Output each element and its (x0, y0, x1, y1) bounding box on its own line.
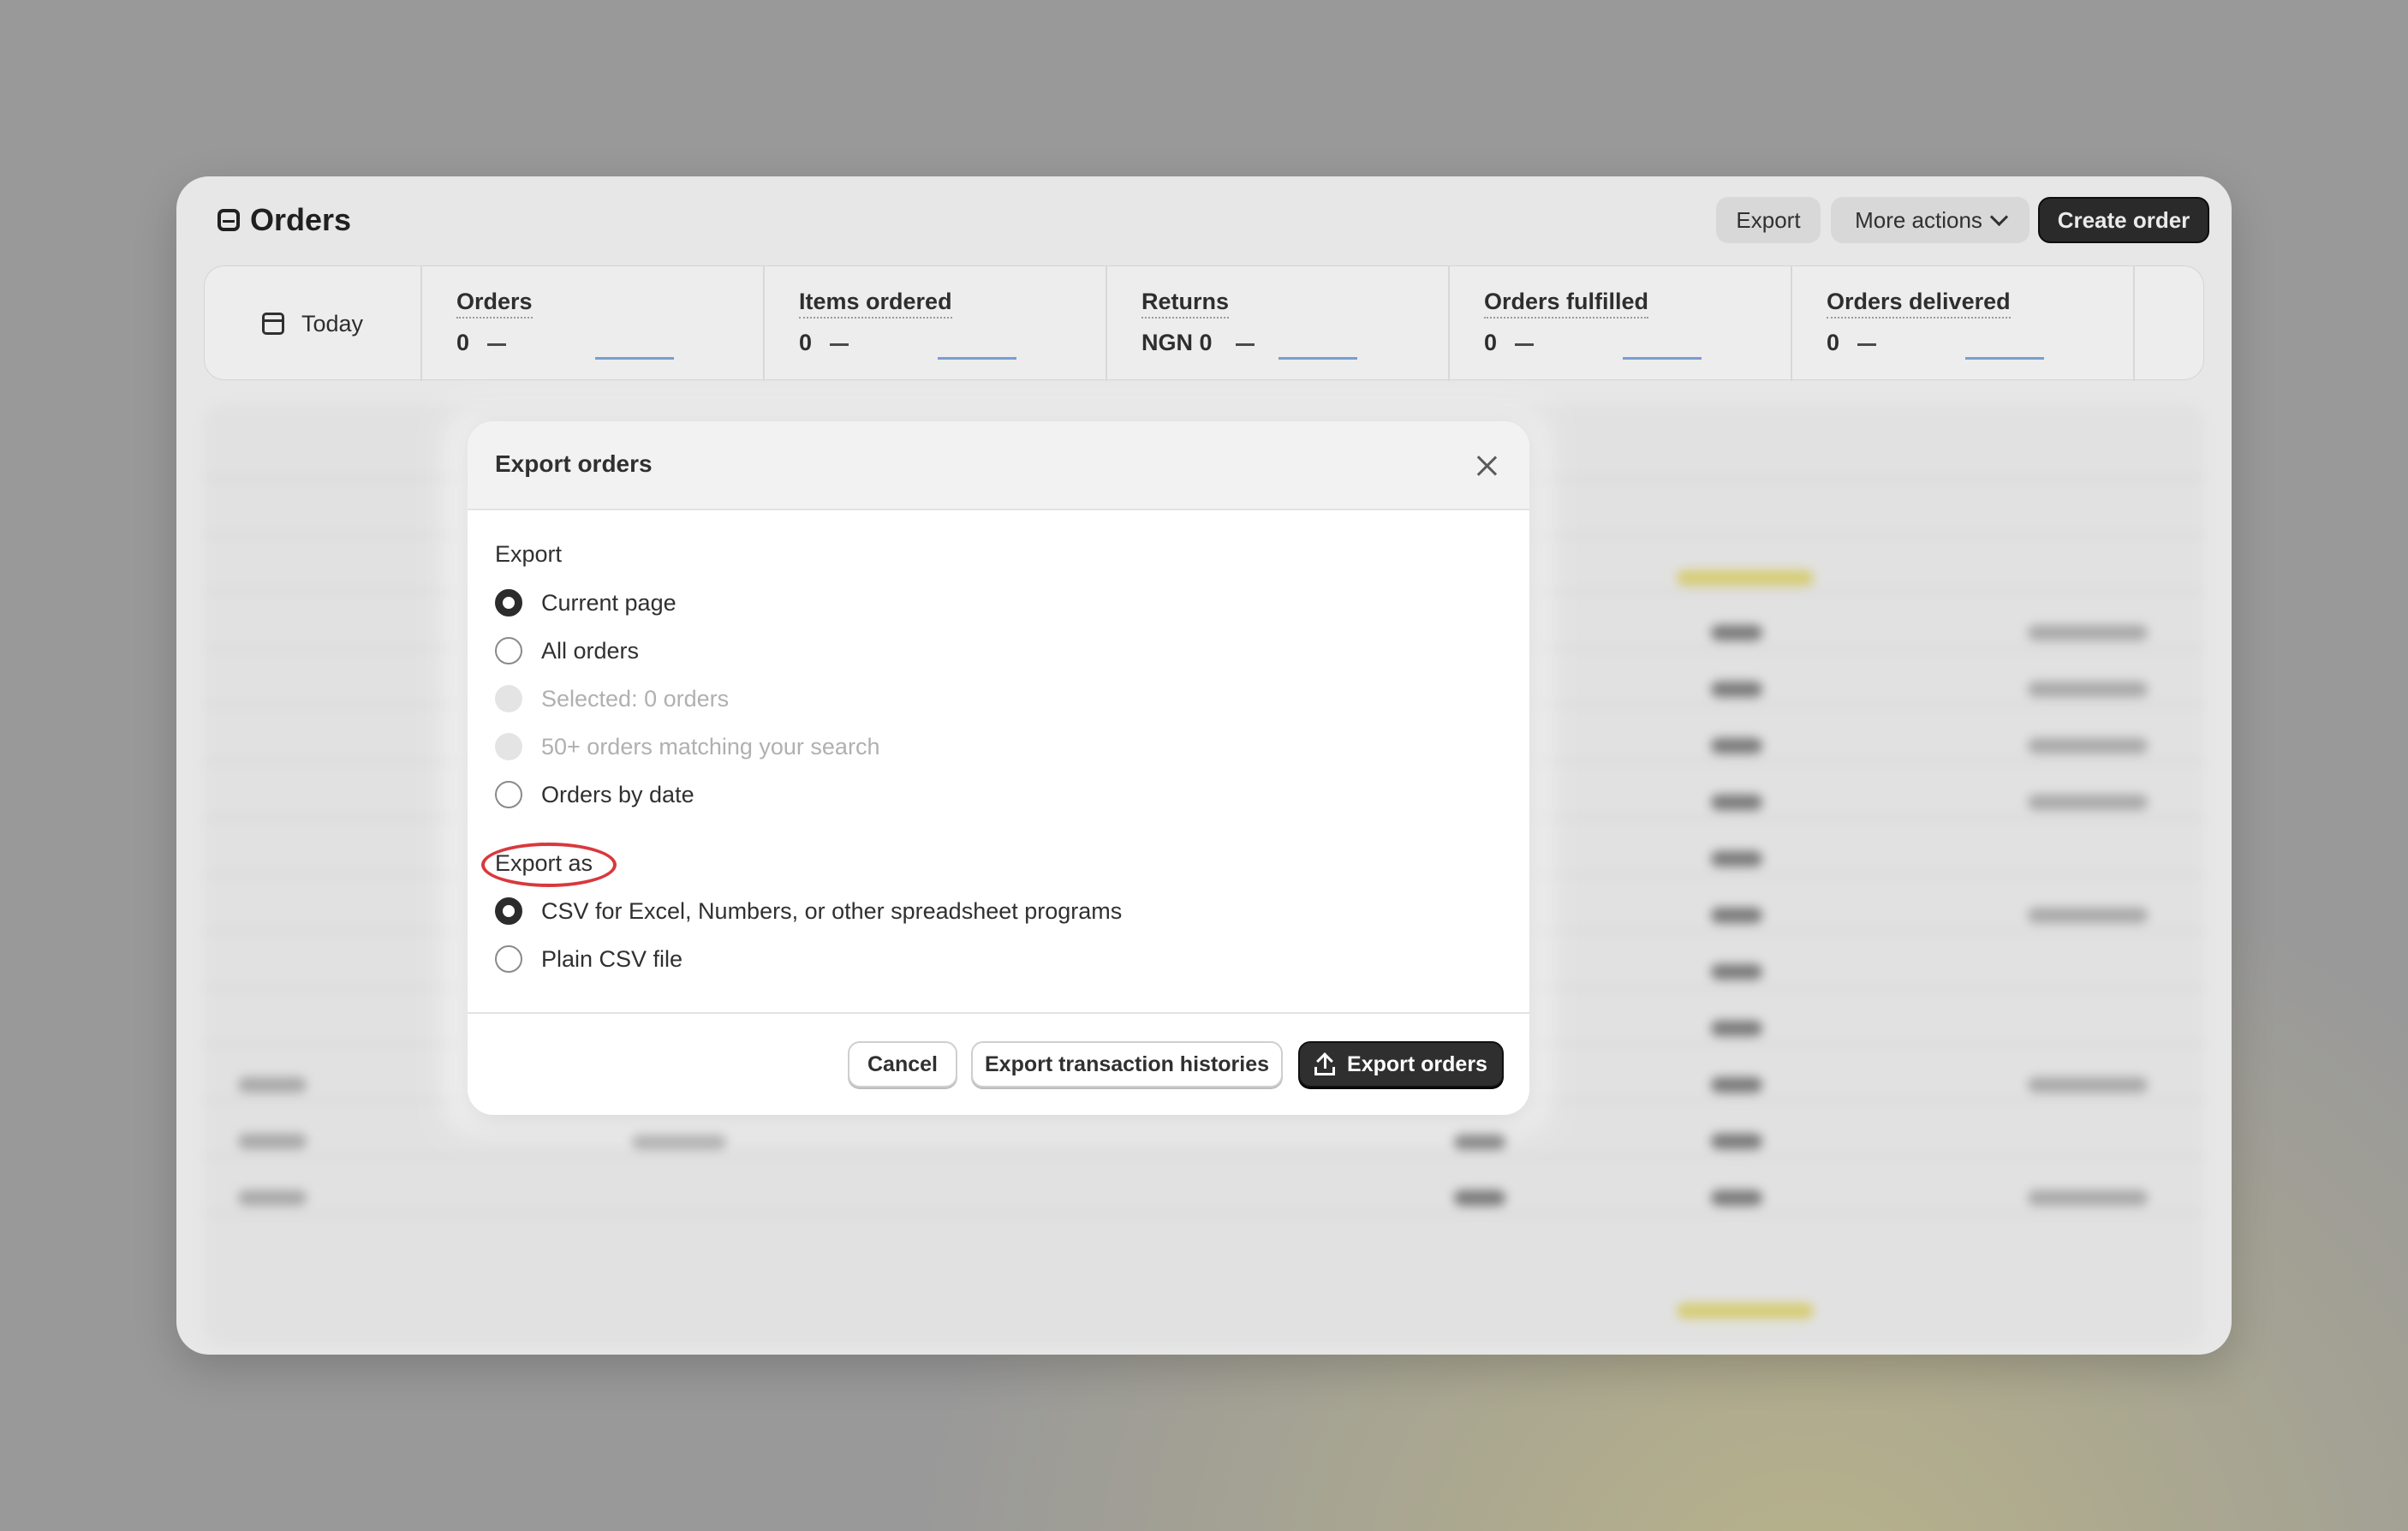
cell-placeholder (238, 1134, 307, 1149)
cell-placeholder (2028, 908, 2148, 923)
dialog-title: Export orders (495, 450, 653, 477)
cell-placeholder (1711, 908, 1762, 923)
cell-placeholder (1711, 1190, 1762, 1206)
trend-dash-icon (1857, 343, 1876, 346)
metric-items-ordered[interactable]: Items ordered 0 (765, 266, 1107, 381)
create-order-button[interactable]: Create order (2038, 197, 2209, 243)
metric-value: 0 (799, 330, 813, 355)
calendar-icon (261, 313, 284, 335)
radio-label: CSV for Excel, Numbers, or other spreads… (541, 897, 1123, 924)
cell-placeholder (1711, 964, 1762, 980)
cell-placeholder (1711, 795, 1762, 810)
cell-placeholder (1711, 1134, 1762, 1149)
annotation-highlight-oval (481, 843, 617, 887)
cell-placeholder (1711, 682, 1762, 697)
export-transaction-histories-button[interactable]: Export transaction histories (971, 1041, 1283, 1087)
radio-csv-excel[interactable]: CSV for Excel, Numbers, or other spreads… (495, 894, 1122, 928)
sparkline (1965, 357, 2044, 360)
metric-label: Items ordered (799, 289, 952, 319)
trend-dash-icon (1236, 343, 1255, 346)
metrics-bar: Today Orders 0 Items ordered 0 Returns N… (204, 265, 2204, 381)
status-badge (1677, 1303, 1814, 1319)
radio-label: Orders by date (541, 781, 694, 807)
sparkline (1279, 357, 1357, 360)
date-range-button[interactable]: Today (205, 266, 422, 381)
radio-button[interactable] (495, 589, 522, 617)
radio-label: Selected: 0 orders (541, 685, 730, 712)
sparkline (938, 357, 1016, 360)
radio-current-page[interactable]: Current page (495, 586, 677, 620)
radio-button[interactable] (495, 637, 522, 664)
page-header: Orders Export More actions Create order (176, 176, 2232, 265)
cell-placeholder (632, 1134, 726, 1149)
metric-label: Orders fulfilled (1484, 289, 1649, 319)
cell-placeholder (1711, 625, 1762, 640)
cell-placeholder (1711, 1021, 1762, 1036)
cell-placeholder (1711, 851, 1762, 867)
page-title-text: Orders (250, 202, 352, 237)
cell-placeholder (2028, 1077, 2148, 1093)
trend-dash-icon (1515, 343, 1534, 346)
close-icon[interactable] (1471, 450, 1502, 481)
cell-placeholder (1454, 1190, 1505, 1206)
metric-orders[interactable]: Orders 0 (422, 266, 765, 381)
radio-button[interactable] (495, 781, 522, 808)
radio-label: All orders (541, 637, 640, 664)
radio-plain-csv[interactable]: Plain CSV file (495, 942, 682, 976)
date-range-label: Today (301, 310, 364, 337)
more-actions-label: More actions (1855, 206, 1982, 233)
metric-value: 0 (1827, 330, 1840, 355)
metric-orders-delivered[interactable]: Orders delivered 0 (1792, 266, 2135, 381)
metric-value: 0 (1484, 330, 1498, 355)
metric-value: NGN 0 (1141, 330, 1213, 355)
dialog-footer: Cancel Export transaction histories Expo… (468, 1012, 1529, 1115)
cell-placeholder (1711, 738, 1762, 754)
cell-placeholder (238, 1077, 307, 1093)
inbox-icon (218, 209, 240, 231)
cancel-button[interactable]: Cancel (848, 1041, 957, 1087)
cell-placeholder (2028, 795, 2148, 810)
dialog-header: Export orders (468, 421, 1529, 510)
page-title: Orders (218, 202, 351, 238)
cell-placeholder (1711, 1077, 1762, 1093)
radio-all-orders[interactable]: All orders (495, 634, 639, 668)
upload-icon (1314, 1052, 1336, 1075)
cell-placeholder (2028, 1190, 2148, 1206)
export-section-label: Export (495, 541, 563, 567)
sparkline (1623, 357, 1702, 360)
metric-orders-fulfilled[interactable]: Orders fulfilled 0 (1450, 266, 1792, 381)
export-orders-button[interactable]: Export orders (1298, 1041, 1504, 1087)
radio-orders-by-date[interactable]: Orders by date (495, 777, 694, 812)
radio-selected-orders: Selected: 0 orders (495, 682, 729, 716)
radio-label: Plain CSV file (541, 945, 683, 972)
table-row (204, 1212, 2204, 1214)
radio-button[interactable] (495, 897, 522, 925)
metric-label: Orders delivered (1827, 289, 2011, 319)
export-orders-dialog: Export orders Export Current page All or… (468, 421, 1529, 1115)
table-row (204, 1156, 2204, 1158)
sparkline (595, 357, 674, 360)
cell-placeholder (238, 1190, 307, 1206)
cell-placeholder (2028, 682, 2148, 697)
chevron-down-icon (1989, 207, 2009, 226)
metric-value: 0 (456, 330, 470, 355)
radio-label: Current page (541, 589, 677, 616)
trend-dash-icon (487, 343, 506, 346)
export-button[interactable]: Export (1716, 197, 1821, 243)
cell-placeholder (1454, 1134, 1505, 1149)
metric-returns[interactable]: Returns NGN 0 (1107, 266, 1450, 381)
cell-placeholder (2028, 625, 2148, 640)
radio-label: 50+ orders matching your search (541, 733, 880, 760)
status-badge (1677, 570, 1814, 586)
cell-placeholder (2028, 738, 2148, 754)
radio-matching-search: 50+ orders matching your search (495, 730, 879, 764)
trend-dash-icon (830, 343, 849, 346)
radio-button (495, 733, 522, 760)
radio-button[interactable] (495, 945, 522, 973)
metric-label: Returns (1141, 289, 1230, 319)
export-orders-label: Export orders (1347, 1051, 1487, 1076)
radio-button (495, 685, 522, 712)
more-actions-button[interactable]: More actions (1831, 197, 2030, 243)
metric-label: Orders (456, 289, 533, 319)
